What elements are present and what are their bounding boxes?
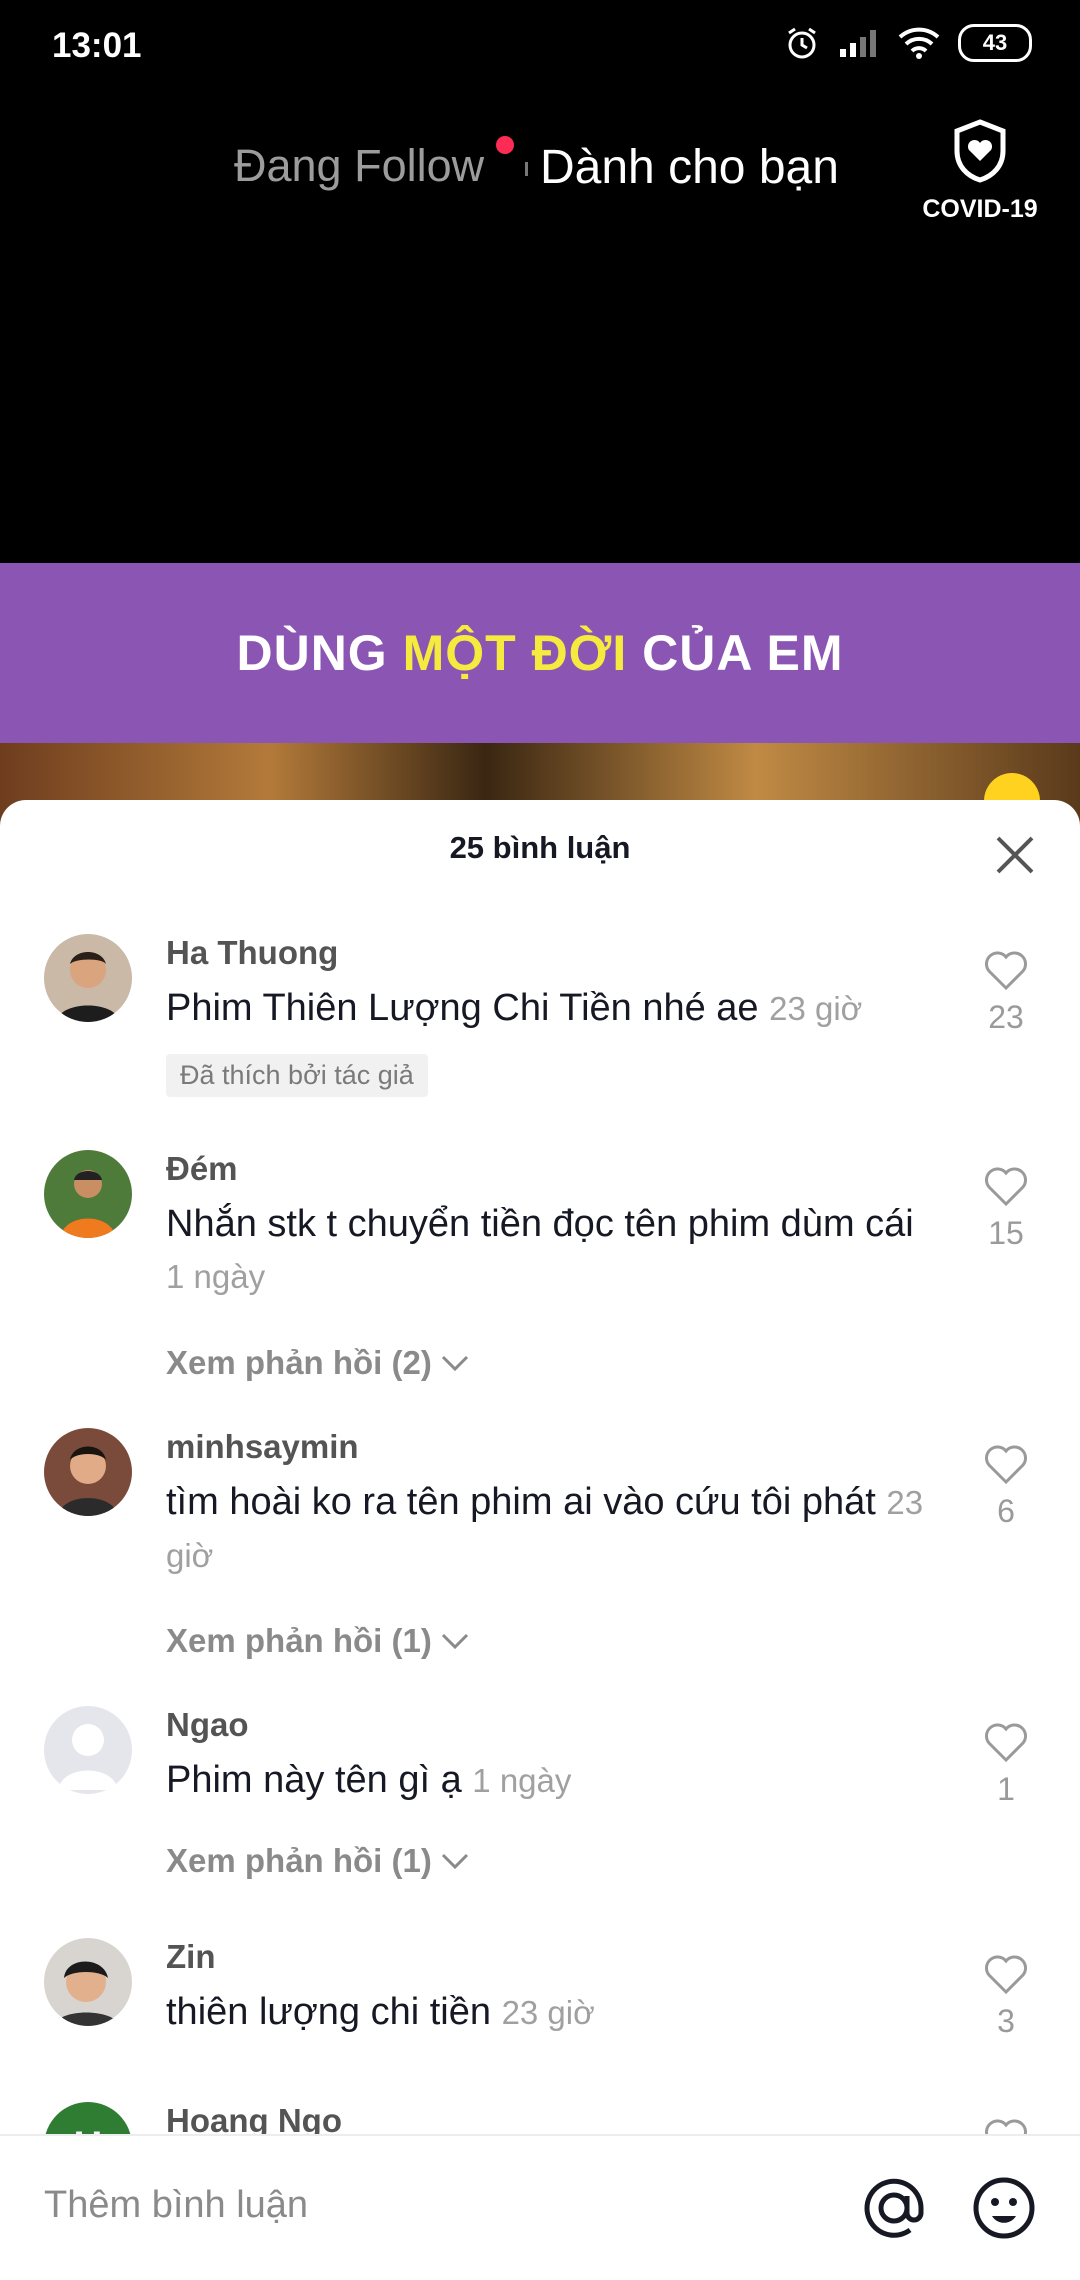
covid-label: COVID-19: [922, 195, 1038, 223]
comment-username[interactable]: minhsaymin: [166, 1428, 359, 1466]
comment-username[interactable]: Ha Thuong: [166, 934, 338, 972]
view-replies-button[interactable]: Xem phản hồi (2): [166, 1344, 470, 1382]
heart-icon: [985, 1445, 1027, 1485]
emoji-icon[interactable]: [968, 2172, 1040, 2244]
like-button[interactable]: 3: [976, 1954, 1036, 2040]
comment-text: Nhắn stk t chuyển tiền đọc tên phim dùm …: [166, 1203, 914, 1295]
heart-icon: [985, 1167, 1027, 1207]
view-replies-button[interactable]: Xem phản hồi (1): [166, 1842, 470, 1880]
comment-username[interactable]: Ngao: [166, 1706, 249, 1744]
avatar[interactable]: [44, 1150, 132, 1238]
like-button[interactable]: 1: [976, 1722, 1036, 1808]
comment-time: 23 giờ: [769, 990, 863, 1027]
status-icons: 43: [784, 24, 1032, 62]
at-mention-icon[interactable]: [858, 2172, 930, 2244]
comments-sheet: 25 bình luận Ha Thuong Phim Thiên Lượng …: [0, 800, 1080, 2280]
like-button[interactable]: 6: [976, 1444, 1036, 1530]
like-count: 6: [997, 1493, 1015, 1529]
status-bar: 13:01 43: [0, 0, 1080, 90]
liked-by-author-badge: Đã thích bởi tác giả: [166, 1054, 428, 1097]
close-icon[interactable]: [990, 830, 1040, 880]
like-count: 3: [997, 2003, 1015, 2039]
video-caption-banner: DÙNG MỘT ĐỜI CỦA EM: [0, 563, 1080, 743]
comment-username[interactable]: Zin: [166, 1938, 215, 1976]
comment-input-bar: Thêm bình luận: [0, 2134, 1080, 2280]
like-button[interactable]: 23: [976, 950, 1036, 1036]
comment-text: tìm hoài ko ra tên phim ai vào cứu tôi p…: [166, 1481, 924, 1574]
like-count: 23: [988, 999, 1024, 1035]
chevron-down-icon: [441, 1853, 468, 1870]
alarm-icon: [788, 27, 816, 59]
comment-time: 1 ngày: [472, 1762, 572, 1799]
chevron-down-icon: [441, 1633, 468, 1650]
view-replies-button[interactable]: Xem phản hồi (1): [166, 1622, 470, 1660]
avatar[interactable]: [44, 934, 132, 1022]
chevron-down-icon: [441, 1355, 468, 1372]
heart-icon: [985, 1723, 1027, 1763]
wifi-icon: [898, 27, 940, 59]
comment-time: 23 giờ: [501, 1994, 595, 2031]
comment-input[interactable]: Thêm bình luận: [44, 2184, 308, 2227]
clock: 13:01: [52, 26, 142, 65]
like-button[interactable]: 15: [976, 1166, 1036, 1252]
comments-count: 25 bình luận: [449, 830, 631, 865]
comment-text: thiên lượng chi tiền 23 giờ: [166, 1991, 595, 2033]
like-count: 15: [988, 1215, 1024, 1251]
heart-icon: [985, 951, 1027, 991]
covid-19-button[interactable]: COVID-19: [918, 118, 1042, 224]
comment-text: Phim Thiên Lượng Chi Tiền nhé ae 23 giờ: [166, 987, 863, 1029]
comment-text: Phim này tên gì ạ 1 ngày: [166, 1759, 572, 1801]
comment-time: 1 ngày: [166, 1258, 266, 1295]
avatar[interactable]: [44, 1706, 132, 1794]
notification-dot: [496, 136, 514, 154]
tab-divider: [525, 162, 528, 176]
video-caption: DÙNG MỘT ĐỜI CỦA EM: [236, 625, 844, 681]
heart-icon: [985, 1955, 1027, 1995]
battery-indicator: 43: [958, 24, 1032, 62]
avatar[interactable]: [44, 1428, 132, 1516]
like-count: 1: [997, 1771, 1015, 1807]
avatar[interactable]: [44, 1938, 132, 2026]
signal-icon: [840, 30, 876, 57]
tab-for-you[interactable]: Dành cho bạn: [540, 140, 839, 195]
shield-heart-icon: [954, 119, 1006, 183]
comment-username[interactable]: Đém: [166, 1150, 238, 1188]
tab-following[interactable]: Đang Follow: [234, 140, 484, 192]
